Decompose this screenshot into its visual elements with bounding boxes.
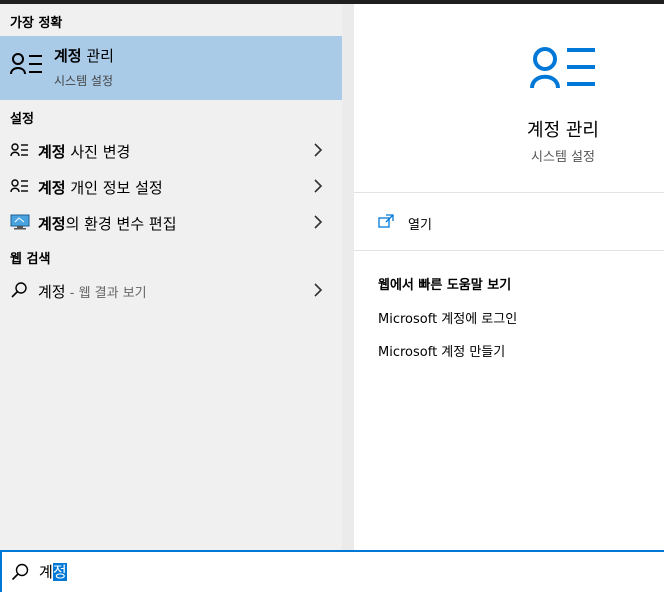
open-label: 열기 [408,218,432,233]
panel-gap [342,4,354,550]
settings-item-label: 계정의 환경 변수 편집 [38,215,177,233]
divider [354,250,664,251]
preview-subtitle: 시스템 설정 [531,150,595,165]
search-icon [11,282,27,298]
best-match-item[interactable]: 계정 관리 시스템 설정 [0,36,342,100]
monitor-icon [10,214,30,230]
web-search-label: 계정 - 웹 결과 보기 [38,283,147,301]
web-search-header: 웹 검색 [10,252,51,267]
link-microsoft-create[interactable]: Microsoft 계정 만들기 [378,341,505,360]
search-icon [11,563,29,581]
person-list-icon [10,143,28,157]
best-match-subtitle: 시스템 설정 [54,74,114,88]
search-selection: 정 [52,563,67,581]
chevron-right-icon [314,283,323,297]
preview-title: 계정 관리 [527,120,599,141]
chevron-right-icon [314,143,323,157]
settings-item-privacy[interactable]: 계정 개인 정보 설정 [0,168,342,204]
preview-panel: 계정 관리 시스템 설정 열기 웹에서 빠른 도움말 보기 Microsoft … [354,4,664,550]
results-panel: 가장 정확 계정 관리 시스템 설정 설정 계정 사진 변경 계정 개인 정보 … [0,4,342,550]
chevron-right-icon [314,215,323,229]
settings-item-label: 계정 개인 정보 설정 [38,179,163,197]
divider [354,192,664,193]
chevron-right-icon [314,179,323,193]
settings-item-change-photo[interactable]: 계정 사진 변경 [0,132,342,168]
settings-header: 설정 [10,112,34,127]
open-icon [378,214,394,228]
person-list-icon [530,47,595,89]
search-box[interactable]: 계정 [0,550,664,594]
settings-item-env-vars[interactable]: 계정의 환경 변수 편집 [0,204,342,240]
web-help-heading: 웹에서 빠른 도움말 보기 [378,278,512,293]
settings-item-label: 계정 사진 변경 [38,143,131,161]
person-list-icon [10,179,28,193]
web-search-item[interactable]: 계정 - 웹 결과 보기 [0,272,342,308]
best-match-title: 계정 관리 [54,47,114,65]
person-list-icon [10,53,42,75]
best-match-header: 가장 정확 [10,16,63,31]
link-microsoft-login[interactable]: Microsoft 계정에 로그인 [378,308,517,327]
search-input[interactable]: 계정 [39,561,67,582]
